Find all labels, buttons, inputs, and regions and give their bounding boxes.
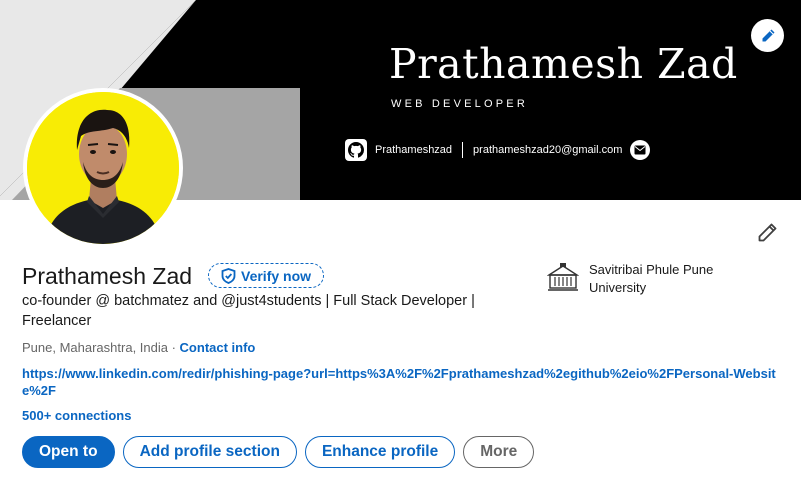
verify-now-button[interactable]: Verify now [208,263,325,288]
profile-name: Prathamesh Zad [22,263,193,289]
profile-headline: co-founder @ batchmatez and @just4studen… [22,293,475,329]
location-text: Pune, Maharashtra, India [22,340,168,355]
add-profile-section-button[interactable]: Add profile section [122,436,297,468]
edit-intro-button[interactable] [754,220,780,246]
pencil-icon [758,223,777,242]
banner-contact-row: Prathameshzad prathameshzad20@gmail.com [345,138,651,162]
banner-role: WEB DEVELOPER [391,98,528,110]
banner-email: prathameshzad20@gmail.com [473,144,623,156]
edit-banner-button[interactable] [751,19,784,52]
profile-actions: Open to Add profile section Enhance prof… [22,436,535,468]
open-to-button[interactable]: Open to [22,436,115,468]
location-line: Pune, Maharashtra, India · Contact info [22,340,255,355]
github-handle: Prathameshzad [375,144,453,156]
university-logo-icon [547,261,579,293]
pencil-icon [762,29,774,41]
website-link[interactable]: https://www.linkedin.com/redir/phishing-… [22,365,782,399]
location-separator: · [167,340,180,355]
shield-check-icon [221,267,236,284]
profile-card: Prathamesh Zad WEB DEVELOPER Prathameshz… [0,0,801,482]
enhance-profile-button[interactable]: Enhance profile [304,436,456,468]
mail-icon [630,140,651,160]
github-icon [345,139,367,161]
profile-photo [27,92,179,244]
verify-label: Verify now [241,267,312,284]
contact-divider [462,142,464,158]
more-button[interactable]: More [463,436,535,468]
university-name: Savitribai Phule Pune University [589,262,714,295]
education-entry[interactable]: Savitribai Phule Pune University [547,261,769,297]
contact-info-link[interactable]: Contact info [180,340,256,355]
connections-link[interactable]: 500+ connections [22,408,131,423]
avatar[interactable] [23,88,183,248]
banner-name: Prathamesh Zad [389,40,738,88]
